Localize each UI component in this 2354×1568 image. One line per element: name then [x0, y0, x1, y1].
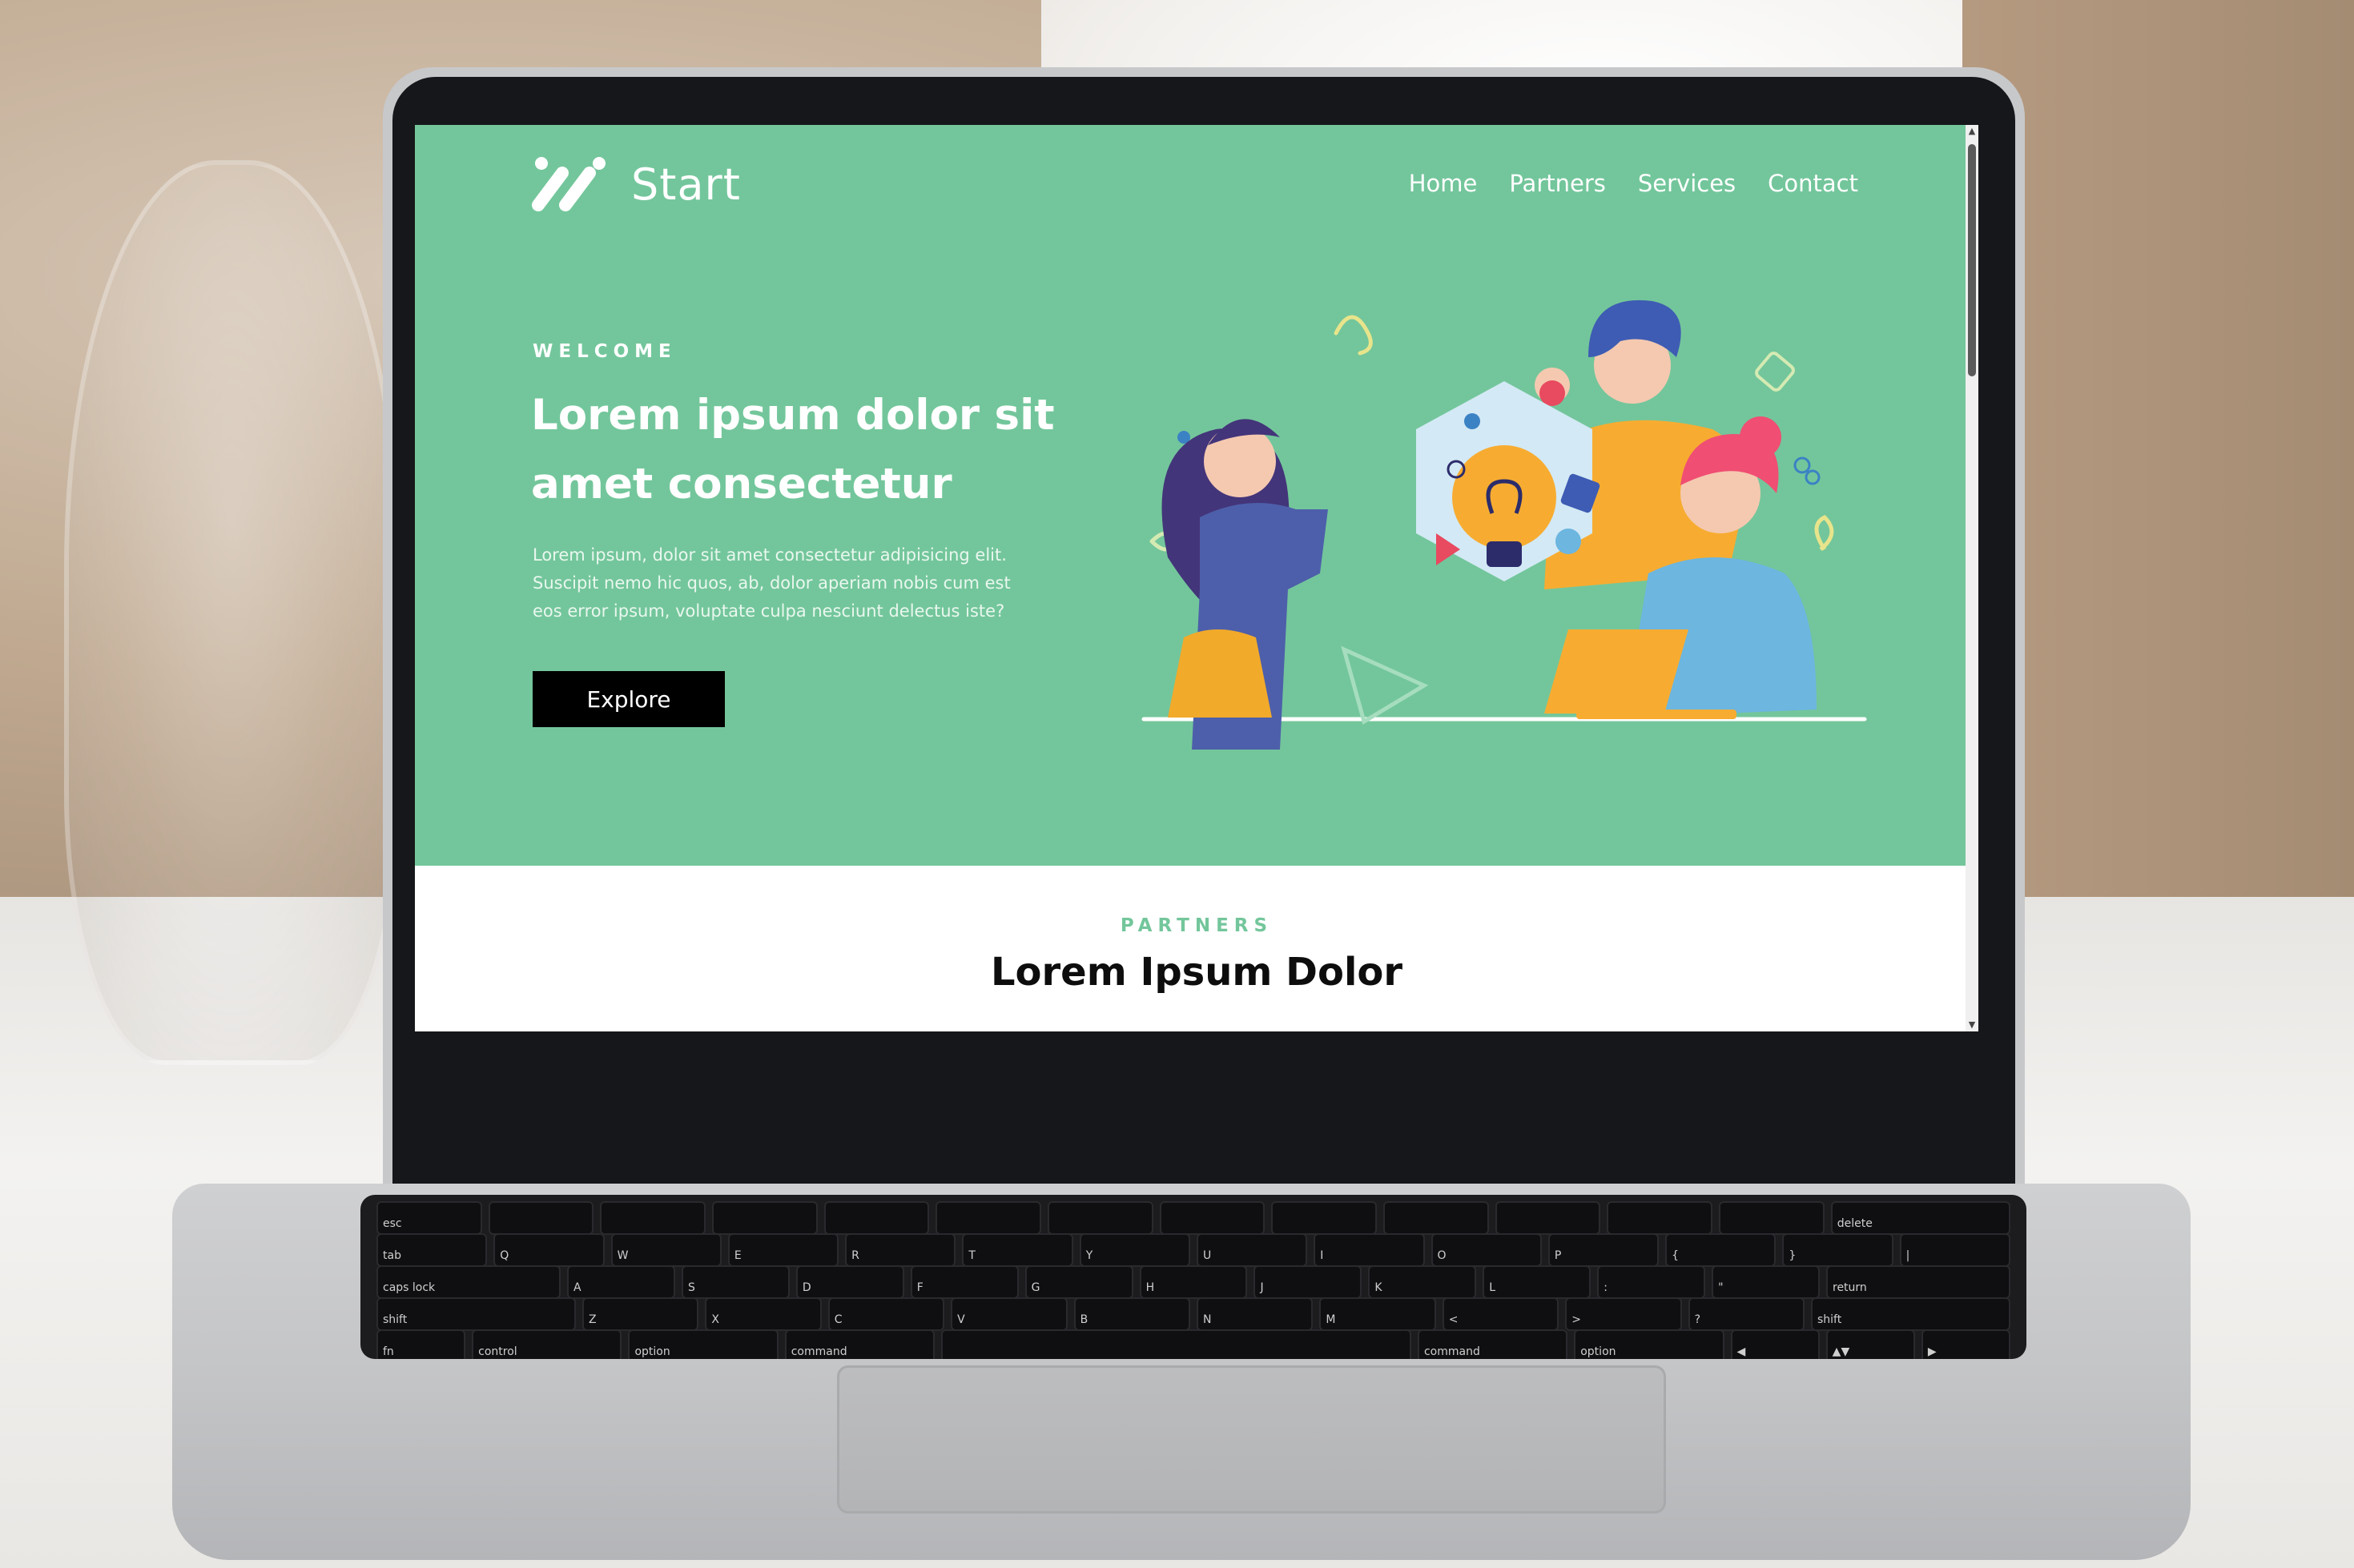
hero-eyebrow: WELCOME — [533, 341, 677, 362]
keyboard-key[interactable]: Q — [493, 1233, 605, 1267]
keyboard-key[interactable] — [936, 1201, 1042, 1235]
keyboard-key[interactable] — [1383, 1201, 1489, 1235]
keyboard-key[interactable]: shift — [376, 1297, 576, 1331]
keyboard-key[interactable]: U — [1196, 1233, 1308, 1267]
keyboard-row: tab Q W E R T Y U I O P{} | — [360, 1233, 2026, 1268]
nav-contact-link[interactable]: Contact — [1768, 170, 1858, 197]
keyboard-key[interactable] — [712, 1201, 818, 1235]
keyboard-key[interactable]: L — [1483, 1265, 1591, 1299]
keyboard-key[interactable]: shift — [1811, 1297, 2010, 1331]
keyboard-key[interactable]: < — [1442, 1297, 1559, 1331]
partners-eyebrow: PARTNERS — [1120, 915, 1274, 936]
nav-partners-link[interactable]: Partners — [1509, 170, 1606, 197]
keyboard-key[interactable]: V — [951, 1297, 1068, 1331]
keyboard-key[interactable]: esc — [376, 1201, 482, 1235]
keyboard-key[interactable]: H — [1139, 1265, 1248, 1299]
keyboard-key[interactable] — [823, 1201, 930, 1235]
keyboard-key[interactable]: W — [610, 1233, 722, 1267]
brand-name: Start — [631, 159, 741, 210]
keyboard-key[interactable]: } — [1782, 1233, 1893, 1267]
keyboard-row: esc delete — [360, 1201, 2026, 1236]
keyboard-key[interactable]: fn — [376, 1329, 466, 1359]
keyboard-key[interactable]: B — [1073, 1297, 1190, 1331]
explore-button[interactable]: Explore — [533, 671, 725, 727]
keyboard-key[interactable]: D — [795, 1265, 904, 1299]
scroll-up-icon[interactable]: ▲ — [1967, 127, 1977, 136]
partners-title: Lorem Ipsum Dolor — [990, 950, 1403, 995]
keyboard-key[interactable] — [488, 1201, 594, 1235]
nav-home-link[interactable]: Home — [1409, 170, 1478, 197]
keyboard-key[interactable]: R — [845, 1233, 956, 1267]
keyboard-key[interactable]: Z — [581, 1297, 699, 1331]
keyboard-key[interactable]: S — [681, 1265, 790, 1299]
keyboard-key[interactable] — [1607, 1201, 1713, 1235]
keyboard-key[interactable] — [1271, 1201, 1378, 1235]
page-scrollbar[interactable]: ▲ ▼ — [1966, 125, 1978, 1031]
team-brainstorm-illustration — [1141, 300, 1867, 750]
keyboard-row: shift Z X C V B N M < >? shift — [360, 1297, 2026, 1333]
keyboard-key[interactable]: T — [962, 1233, 1073, 1267]
keyboard-key[interactable]: option — [628, 1329, 779, 1359]
keyboard-key[interactable]: caps lock — [376, 1265, 561, 1299]
start-logo-icon — [532, 157, 606, 211]
keyboard-key[interactable]: command — [1417, 1329, 1568, 1359]
keyboard-key[interactable]: ▶ — [1921, 1329, 2010, 1359]
keyboard-key[interactable] — [1048, 1201, 1153, 1235]
keyboard-key[interactable] — [1495, 1201, 1601, 1235]
scrollbar-thumb[interactable] — [1968, 144, 1976, 376]
keyboard-key[interactable]: ? — [1688, 1297, 1805, 1331]
keyboard-key[interactable]: E — [727, 1233, 839, 1267]
keyboard-key[interactable]: Y — [1079, 1233, 1190, 1267]
hero-headline: Lorem ipsum dolor sit amet consectetur — [531, 391, 1055, 509]
keyboard-key[interactable]: X — [705, 1297, 822, 1331]
keyboard-key[interactable]: { — [1665, 1233, 1777, 1267]
keyboard-key[interactable] — [1159, 1201, 1266, 1235]
keyboard-key[interactable]: F — [910, 1265, 1019, 1299]
keyboard-key[interactable]: C — [827, 1297, 945, 1331]
keyboard-key[interactable]: J — [1253, 1265, 1362, 1299]
keyboard-key[interactable]: P — [1547, 1233, 1660, 1267]
keyboard-row: caps lock A S D F G H J K L: " return — [360, 1265, 2026, 1301]
keyboard-key[interactable]: tab — [376, 1233, 488, 1267]
keyboard-key[interactable]: ▲▼ — [1825, 1329, 1915, 1359]
laptop-trackpad[interactable] — [837, 1365, 1666, 1514]
keyboard-key[interactable]: > — [1565, 1297, 1682, 1331]
hero-section: Start Home Partners Services Contact WEL… — [415, 125, 1978, 866]
keyboard-key[interactable]: I — [1314, 1233, 1425, 1267]
keyboard-key[interactable]: | — [1899, 1233, 2010, 1267]
keyboard-key[interactable]: command — [784, 1329, 935, 1359]
keyboard-key[interactable]: G — [1024, 1265, 1133, 1299]
keyboard-key[interactable]: control — [472, 1329, 622, 1359]
keyboard-key[interactable] — [1719, 1201, 1825, 1235]
keyboard-key[interactable]: A — [567, 1265, 675, 1299]
site-logo[interactable]: Start — [530, 155, 741, 213]
laptop-keyboard: esc delete tab Q W E R T Y U I O P{} | caps lock A S D F G H… — [360, 1195, 2026, 1359]
keyboard-key[interactable]: O — [1431, 1233, 1542, 1267]
keyboard-key[interactable]: delete — [1830, 1201, 2010, 1235]
scroll-down-icon[interactable]: ▼ — [1967, 1020, 1977, 1030]
keyboard-key[interactable]: ◀ — [1730, 1329, 1820, 1359]
background-glass-vase — [64, 160, 400, 1065]
keyboard-row: fn control option command command option ◀ ▲▼ ▶ — [360, 1329, 2026, 1359]
keyboard-key[interactable]: N — [1196, 1297, 1314, 1331]
keyboard-key[interactable]: : — [1597, 1265, 1706, 1299]
keyboard-key[interactable] — [600, 1201, 706, 1235]
keyboard-key[interactable]: K — [1368, 1265, 1477, 1299]
keyboard-key[interactable]: " — [1712, 1265, 1820, 1299]
main-nav: Home Partners Services Contact — [1409, 170, 1858, 197]
keyboard-key[interactable] — [941, 1329, 1411, 1359]
laptop-screen: Start Home Partners Services Contact WEL… — [415, 125, 1978, 1031]
keyboard-key[interactable]: option — [1574, 1329, 1724, 1359]
keyboard-key[interactable]: M — [1319, 1297, 1436, 1331]
nav-services-link[interactable]: Services — [1638, 170, 1736, 197]
keyboard-key[interactable]: return — [1826, 1265, 2011, 1299]
hero-description: Lorem ipsum, dolor sit amet consectetur … — [533, 545, 1011, 621]
